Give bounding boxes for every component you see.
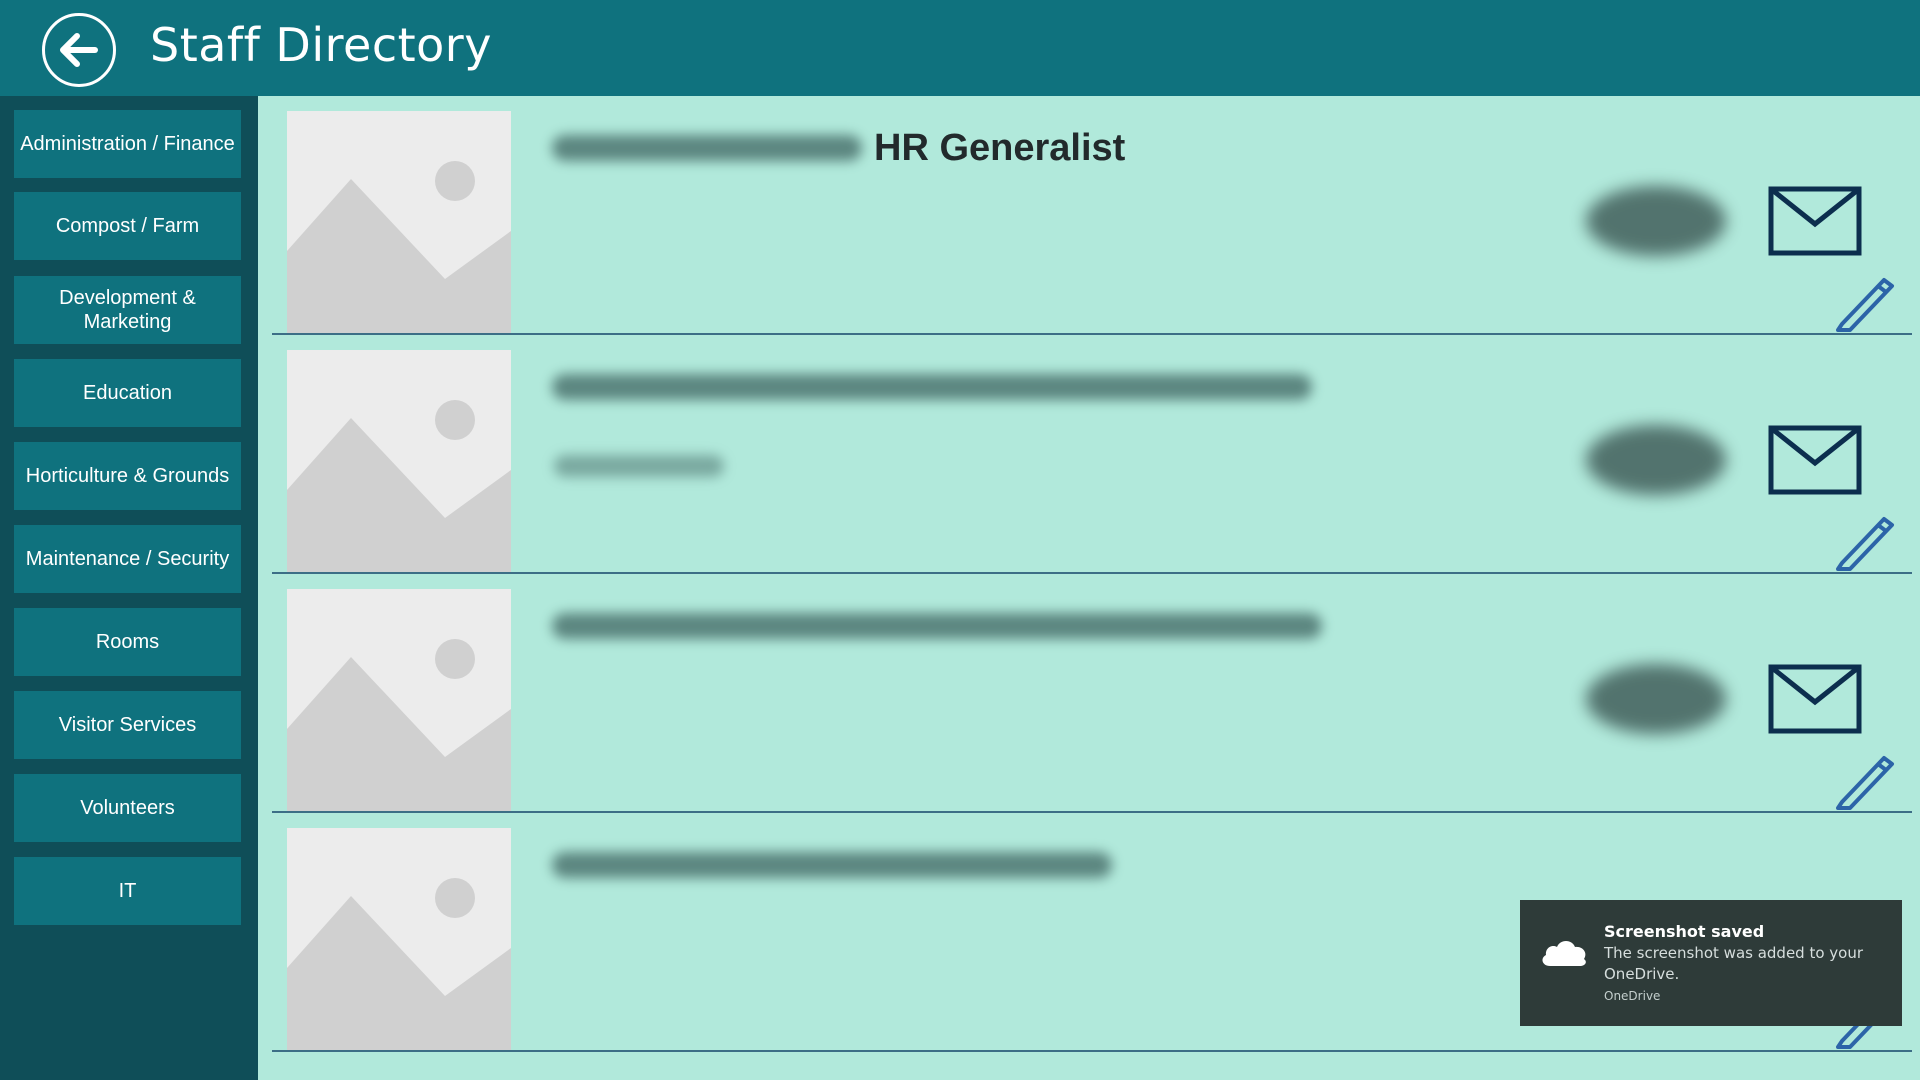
sidebar-item-label: Education (83, 382, 172, 404)
app-header: Staff Directory (0, 0, 1920, 96)
staff-name: HR Generalist (552, 118, 1125, 178)
sidebar-item-visitor-services[interactable]: Visitor Services (14, 691, 241, 759)
redacted-phone (1586, 186, 1726, 256)
redacted-phone (1586, 664, 1726, 734)
mail-icon (1768, 425, 1862, 495)
photo-placeholder-icon (287, 828, 511, 1050)
redacted-detail (554, 455, 724, 477)
screenshot-toast[interactable]: Screenshot saved The screenshot was adde… (1520, 900, 1902, 1026)
staff-row (272, 574, 1912, 813)
sidebar-item-label: Development & Marketing (59, 287, 196, 333)
page-title: Staff Directory (150, 18, 492, 72)
edit-button[interactable] (1832, 511, 1896, 571)
photo-placeholder-icon (287, 350, 511, 572)
sidebar-item-administration-finance[interactable]: Administration / Finance (14, 110, 241, 178)
redacted-name (552, 852, 1112, 878)
department-sidebar: Administration / Finance Compost / Farm … (0, 96, 258, 1080)
toast-body: The screenshot was added to your OneDriv… (1604, 944, 1864, 983)
sidebar-item-volunteers[interactable]: Volunteers (14, 774, 241, 842)
sidebar-item-label: Volunteers (80, 797, 175, 819)
mail-icon (1768, 664, 1862, 734)
sidebar-item-maintenance-security[interactable]: Maintenance / Security (14, 525, 241, 593)
pencil-icon (1836, 517, 1894, 571)
staff-name (552, 357, 1312, 417)
sidebar-item-education[interactable]: Education (14, 359, 241, 427)
sidebar-item-compost-farm[interactable]: Compost / Farm (14, 192, 241, 260)
back-button[interactable] (42, 13, 116, 87)
sidebar-item-label: Horticulture & Grounds (25, 465, 230, 487)
sidebar-item-label: IT (118, 880, 137, 902)
sidebar-item-label: Maintenance / Security (25, 548, 230, 570)
staff-job-title: HR Generalist (874, 126, 1126, 169)
edit-button[interactable] (1832, 750, 1896, 810)
staff-name (552, 596, 1322, 656)
email-button[interactable] (1768, 186, 1862, 256)
cloud-icon (1542, 941, 1586, 966)
sidebar-item-it[interactable]: IT (14, 857, 241, 925)
sidebar-item-label: Compost / Farm (55, 215, 200, 237)
redacted-name (552, 135, 862, 161)
row-divider (272, 1050, 1912, 1052)
mail-icon (1768, 186, 1862, 256)
pencil-icon (1836, 278, 1894, 332)
staff-name (552, 835, 1112, 895)
redacted-name (552, 613, 1322, 639)
redacted-name (552, 374, 1312, 400)
redacted-phone (1586, 425, 1726, 495)
edit-button[interactable] (1832, 272, 1896, 332)
sidebar-item-horticulture-grounds[interactable]: Horticulture & Grounds (14, 442, 241, 510)
toast-title: Screenshot saved (1604, 922, 1765, 941)
staff-row (272, 335, 1912, 574)
email-button[interactable] (1768, 425, 1862, 495)
toast-source: OneDrive (1604, 989, 1661, 1003)
arrow-left-icon (60, 33, 98, 67)
sidebar-item-label: Rooms (95, 631, 160, 653)
sidebar-item-label: Visitor Services (58, 714, 197, 736)
email-button[interactable] (1768, 664, 1862, 734)
photo-placeholder-icon (287, 589, 511, 811)
sidebar-item-rooms[interactable]: Rooms (14, 608, 241, 676)
pencil-icon (1836, 756, 1894, 810)
photo-placeholder-icon (287, 111, 511, 333)
staff-row: HR Generalist (272, 96, 1912, 335)
sidebar-item-development-marketing[interactable]: Development & Marketing (14, 276, 241, 344)
sidebar-item-label: Administration / Finance (20, 133, 235, 155)
